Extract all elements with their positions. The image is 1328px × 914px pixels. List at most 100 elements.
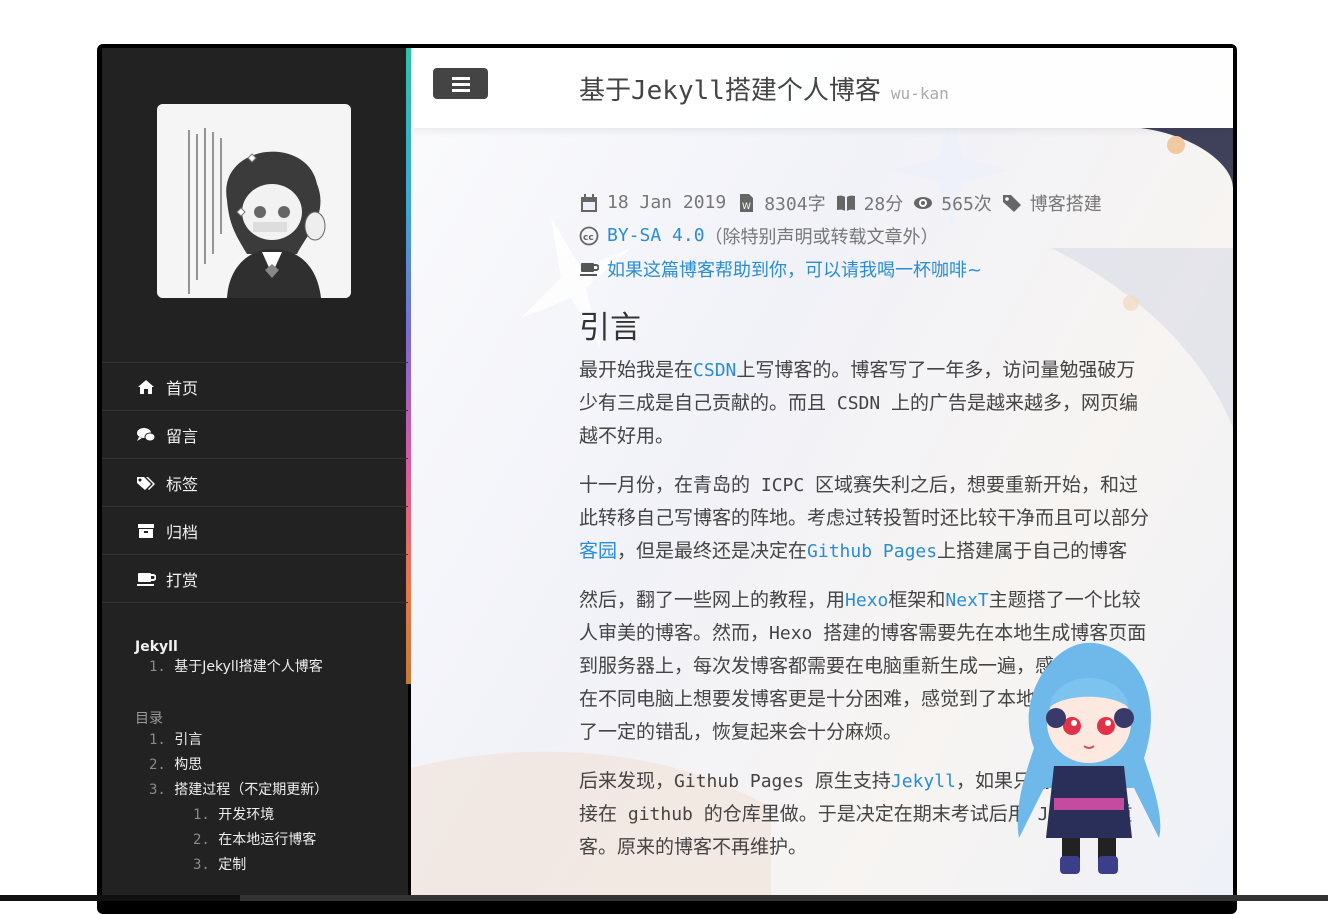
site-subtitle: wu-kan — [890, 84, 949, 103]
series-item-label: 基于Jekyll搭建个人博客 — [174, 659, 323, 675]
text: 客。原来的博客不再维护。 — [579, 836, 808, 858]
sidebar-item-guestbook[interactable]: 留言 — [102, 410, 408, 458]
text: 区域赛失利之后，想要重新开始，和过 — [815, 474, 1139, 496]
text: Github Pages — [674, 771, 815, 792]
series-item[interactable]: 1. 基于Jekyll搭建个人博客 — [135, 655, 323, 680]
series-title: Jekyll — [135, 639, 178, 655]
svg-text:cc: cc — [583, 233, 594, 243]
toc-section: 目录 1. 引言 2. 构思 3. 搭建过程（不定期更新） 1. 开发环境 2.… — [135, 708, 328, 878]
text: Hexo — [769, 623, 824, 644]
toc-item-number: 1. — [149, 732, 166, 748]
donate-link[interactable]: 如果这篇博客帮助到你，可以请我喝一杯咖啡~ — [607, 256, 982, 282]
toc-item-idea[interactable]: 2. 构思 — [135, 753, 328, 778]
license-note: （除特别声明或转载文章外） — [704, 226, 939, 248]
sidebar-item-label: 打赏 — [166, 570, 199, 590]
sidebar-item-donate[interactable]: 打赏 — [102, 554, 408, 603]
toc-item-number: 1. — [193, 807, 210, 823]
home-icon — [136, 377, 156, 397]
sidebar-item-label: 归档 — [166, 522, 199, 542]
toc-item-label: 引言 — [174, 732, 203, 748]
taskbar-strip — [0, 895, 1328, 901]
book-icon — [836, 195, 855, 211]
read-time: 28分 — [863, 193, 904, 215]
text: 越不好用。 — [579, 425, 675, 447]
toc-item-number: 3. — [193, 857, 210, 873]
donate-row: 如果这篇博客帮助到你，可以请我喝一杯咖啡~ — [579, 252, 1102, 285]
text: 最开始我是在 — [579, 359, 694, 381]
text: 在不同电脑上想要发博客更是十分困难，感觉到了本地部 — [579, 688, 1055, 710]
hexo-link[interactable]: Hexo — [845, 590, 888, 611]
live2d-mascot[interactable] — [1014, 638, 1164, 878]
text: 十一月份，在青岛的 — [579, 474, 751, 496]
text: 了一定的错乱，恢复起来会十分麻烦。 — [579, 721, 903, 743]
series-item-number: 1. — [149, 659, 166, 675]
menu-toggle-button[interactable] — [433, 68, 488, 99]
csdn-link[interactable]: CSDN — [693, 360, 736, 381]
toc-item-number: 2. — [149, 757, 166, 773]
jekyll-link[interactable]: Jekyll — [891, 771, 956, 792]
archive-icon — [136, 521, 156, 541]
top-header: 基于Jekyll搭建个人博客 wu-kan — [411, 48, 1233, 128]
coffee-icon — [136, 569, 156, 589]
toc-title: 目录 — [135, 711, 163, 727]
toc-item-label: 定制 — [218, 857, 247, 873]
sidebar-item-tags[interactable]: 标签 — [102, 458, 408, 506]
text: 框架和 — [888, 589, 946, 611]
view-count: 565次 — [941, 193, 992, 215]
sidebar-item-label: 留言 — [166, 426, 199, 446]
text: 上搭建属于自己的博客 — [937, 540, 1128, 562]
text: 接在 — [579, 803, 618, 825]
toc-subitem-custom[interactable]: 3. 定制 — [135, 853, 328, 878]
creative-commons-icon: cc — [579, 226, 599, 245]
toc-item-label: 搭建过程（不定期更新） — [174, 782, 329, 798]
page-title[interactable]: 基于Jekyll搭建个人博客 wu-kan — [579, 70, 949, 107]
post-tag[interactable]: 博客搭建 — [1030, 190, 1102, 216]
text: github — [617, 804, 704, 825]
toc-subitem-local[interactable]: 2. 在本地运行博客 — [135, 828, 328, 853]
eye-icon — [914, 196, 933, 209]
cnblogs-link[interactable]: 客园 — [579, 540, 617, 562]
toc-item-intro[interactable]: 1. 引言 — [135, 728, 328, 753]
github-pages-link[interactable]: Github Pages — [807, 541, 937, 562]
license-link[interactable]: BY-SA 4.0 — [607, 225, 705, 246]
text: 主题搭了一个比较 — [988, 589, 1141, 611]
meta-stats-row: 18 Jan 2019 W 8304字 28分 565次 博客搭建 — [579, 186, 1102, 219]
text: 后来发现， — [579, 770, 675, 792]
toc-item-label: 在本地运行博客 — [218, 832, 317, 848]
svg-text:W: W — [742, 202, 751, 212]
taskbar-segment — [0, 895, 240, 901]
comments-icon — [136, 425, 156, 445]
toc-item-label: 开发环境 — [218, 807, 275, 823]
next-link[interactable]: NexT — [945, 590, 988, 611]
coffee-icon — [580, 262, 599, 276]
text: 上的广告是越来越多，网页编 — [891, 392, 1139, 414]
avatar[interactable] — [157, 104, 351, 298]
text: 然后，翻了一些网上的教程，用 — [579, 589, 846, 611]
paragraph-1: 最开始我是在CSDN上写博客的。博客写了一年多，访问量勉强破万 少有三成是自己贡… — [579, 354, 1233, 453]
text: 此转移自己写博客的阵地。考虑过转投暂时还比较干净而且可以部分 — [579, 507, 1150, 529]
toc-item-number: 2. — [193, 832, 210, 848]
tag-icon — [1002, 194, 1021, 212]
main-content: 基于Jekyll搭建个人博客 wu-kan 18 Jan 2019 W 8304字… — [411, 48, 1233, 901]
sidebar-item-archive[interactable]: 归档 — [102, 506, 408, 554]
section-heading: 引言 — [579, 310, 641, 346]
toc-item-process[interactable]: 3. 搭建过程（不定期更新） — [135, 778, 328, 803]
text: 原生支持 — [814, 770, 891, 792]
text: ICPC — [750, 475, 816, 496]
tags-icon — [136, 473, 156, 493]
text: ，但是最终还是决定在 — [617, 540, 808, 562]
word-file-icon: W — [740, 193, 754, 212]
text: 人审美的博客。然而， — [579, 622, 770, 644]
hamburger-icon — [451, 76, 470, 92]
sidebar-nav: 首页 留言 标签 归档 打赏 — [102, 362, 408, 603]
page-title-text: 基于Jekyll搭建个人博客 — [579, 76, 881, 106]
post-date: 18 Jan 2019 — [607, 192, 727, 213]
text: CSDN — [826, 393, 892, 414]
text: 少有三成是自己贡献的。而且 — [579, 392, 827, 414]
sidebar-item-label: 标签 — [166, 474, 199, 494]
toc-subitem-env[interactable]: 1. 开发环境 — [135, 803, 328, 828]
sidebar-item-home[interactable]: 首页 — [102, 362, 408, 410]
toc-item-label: 构思 — [174, 757, 203, 773]
license-row: cc BY-SA 4.0 （除特别声明或转载文章外） — [579, 219, 1102, 252]
word-count: 8304字 — [764, 193, 826, 215]
